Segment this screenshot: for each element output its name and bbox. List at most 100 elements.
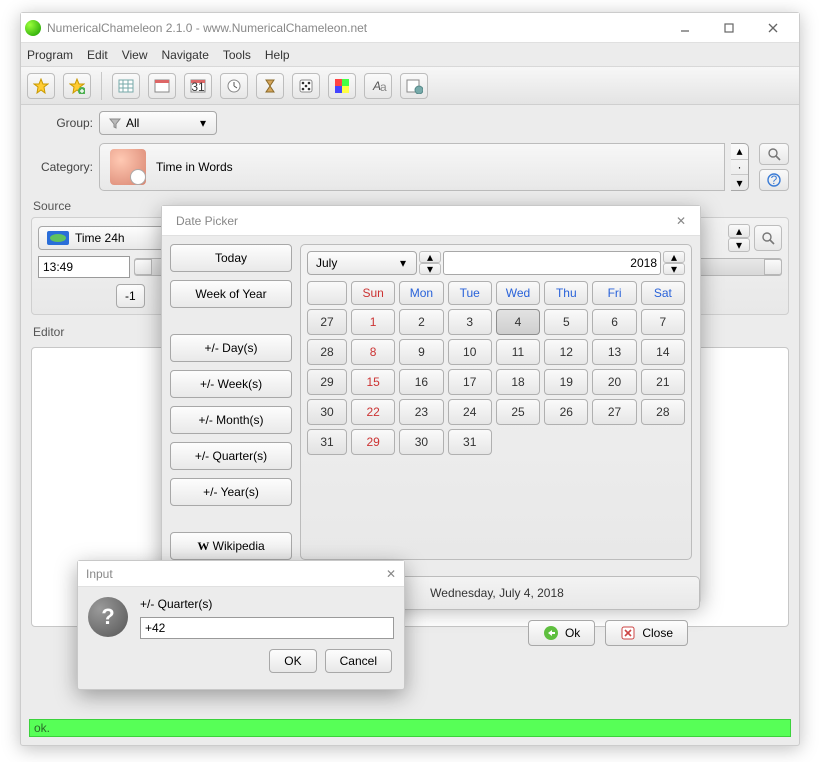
star-add-icon[interactable] xyxy=(63,73,91,99)
day-31[interactable]: 31 xyxy=(448,429,492,455)
input-dialog-title: Input xyxy=(86,567,113,581)
input-dialog-titlebar: Input ✕ xyxy=(78,561,404,587)
menu-program[interactable]: Program xyxy=(27,48,73,62)
day-18[interactable]: 18 xyxy=(496,369,540,395)
close-button[interactable] xyxy=(751,14,795,42)
ok-arrow-icon xyxy=(543,625,559,641)
chevron-down-icon: ▾ xyxy=(196,116,210,130)
day-19[interactable]: 19 xyxy=(544,369,588,395)
date-picker-close-icon[interactable]: ✕ xyxy=(670,214,692,228)
day-3[interactable]: 3 xyxy=(448,309,492,335)
week-number[interactable]: 30 xyxy=(307,399,347,425)
day-header-fri: Fri xyxy=(592,281,636,305)
week-header xyxy=(307,281,347,305)
source-search-button[interactable] xyxy=(754,225,782,251)
day-24[interactable]: 24 xyxy=(448,399,492,425)
week-of-year-button[interactable]: Week of Year xyxy=(170,280,292,308)
week-number[interactable]: 27 xyxy=(307,309,347,335)
day-22[interactable]: 22 xyxy=(351,399,395,425)
date-picker-ok-button[interactable]: Ok xyxy=(528,620,595,646)
hourglass-icon[interactable] xyxy=(256,73,284,99)
week-number[interactable]: 31 xyxy=(307,429,347,455)
year-spinner[interactable]: ▴▾ xyxy=(663,251,685,275)
day-28[interactable]: 28 xyxy=(641,399,685,425)
help-category-button[interactable]: ? xyxy=(759,169,789,191)
category-spinner[interactable]: ▴·▾ xyxy=(731,143,749,191)
input-value-field[interactable] xyxy=(140,617,394,639)
calendar-grid-icon[interactable] xyxy=(148,73,176,99)
window-title: NumericalChameleon 2.1.0 - www.Numerical… xyxy=(47,21,663,35)
dice-icon[interactable] xyxy=(292,73,320,99)
minimize-button[interactable] xyxy=(663,14,707,42)
source-value-input[interactable]: 13:49 xyxy=(38,256,130,278)
menu-navigate[interactable]: Navigate xyxy=(162,48,209,62)
week-number[interactable]: 29 xyxy=(307,369,347,395)
text-tool-icon[interactable]: Aa xyxy=(364,73,392,99)
group-select[interactable]: All ▾ xyxy=(99,111,217,135)
search-category-button[interactable] xyxy=(759,143,789,165)
date-picker-title: Date Picker xyxy=(176,214,238,228)
day-29[interactable]: 29 xyxy=(351,429,395,455)
menu-view[interactable]: View xyxy=(122,48,148,62)
day-23[interactable]: 23 xyxy=(399,399,443,425)
titlebar: NumericalChameleon 2.1.0 - www.Numerical… xyxy=(21,13,799,43)
pm-weeks-button[interactable]: +/- Week(s) xyxy=(170,370,292,398)
today-button[interactable]: Today xyxy=(170,244,292,272)
day-9[interactable]: 9 xyxy=(399,339,443,365)
day-1[interactable]: 1 xyxy=(351,309,395,335)
day-25[interactable]: 25 xyxy=(496,399,540,425)
month-select[interactable]: July▾ xyxy=(307,251,417,275)
maximize-button[interactable] xyxy=(707,14,751,42)
day-7[interactable]: 7 xyxy=(641,309,685,335)
day-10[interactable]: 10 xyxy=(448,339,492,365)
menu-edit[interactable]: Edit xyxy=(87,48,108,62)
input-cancel-button[interactable]: Cancel xyxy=(325,649,392,673)
group-value: All xyxy=(126,116,139,130)
day-15[interactable]: 15 xyxy=(351,369,395,395)
month-spinner[interactable]: ▴▾ xyxy=(419,251,441,275)
day-12[interactable]: 12 xyxy=(544,339,588,365)
day-11[interactable]: 11 xyxy=(496,339,540,365)
input-dialog-close-icon[interactable]: ✕ xyxy=(386,567,396,581)
day-17[interactable]: 17 xyxy=(448,369,492,395)
day-14[interactable]: 14 xyxy=(641,339,685,365)
day-6[interactable]: 6 xyxy=(592,309,636,335)
menu-tools[interactable]: Tools xyxy=(223,48,251,62)
day-2[interactable]: 2 xyxy=(399,309,443,335)
wikipedia-button[interactable]: W Wikipedia xyxy=(170,532,292,560)
menubar: Program Edit View Navigate Tools Help xyxy=(21,43,799,67)
day-4[interactable]: 4 xyxy=(496,309,540,335)
menu-help[interactable]: Help xyxy=(265,48,290,62)
day-26[interactable]: 26 xyxy=(544,399,588,425)
source-spinner[interactable]: ▴▾ xyxy=(728,224,750,252)
calendar-day-icon[interactable]: 31 xyxy=(184,73,212,99)
template-icon[interactable] xyxy=(400,73,428,99)
day-27[interactable]: 27 xyxy=(592,399,636,425)
pm-months-button[interactable]: +/- Month(s) xyxy=(170,406,292,434)
day-header-mon: Mon xyxy=(399,281,443,305)
pm-quarters-button[interactable]: +/- Quarter(s) xyxy=(170,442,292,470)
grid-icon[interactable] xyxy=(112,73,140,99)
week-number[interactable]: 28 xyxy=(307,339,347,365)
source-unit-value: Time 24h xyxy=(75,231,125,245)
input-ok-button[interactable]: OK xyxy=(269,649,316,673)
pm-days-button[interactable]: +/- Day(s) xyxy=(170,334,292,362)
day-21[interactable]: 21 xyxy=(641,369,685,395)
day-30[interactable]: 30 xyxy=(399,429,443,455)
day-8[interactable]: 8 xyxy=(351,339,395,365)
day-header-wed: Wed xyxy=(496,281,540,305)
group-label: Group: xyxy=(31,116,93,130)
day-13[interactable]: 13 xyxy=(592,339,636,365)
day-16[interactable]: 16 xyxy=(399,369,443,395)
star-icon[interactable] xyxy=(27,73,55,99)
neg1-button[interactable]: -1 xyxy=(116,284,145,308)
category-select[interactable]: Time in Words xyxy=(99,143,725,191)
color-swatch-icon[interactable] xyxy=(328,73,356,99)
pm-years-button[interactable]: +/- Year(s) xyxy=(170,478,292,506)
year-input[interactable]: 2018 xyxy=(443,251,661,275)
day-5[interactable]: 5 xyxy=(544,309,588,335)
clock-icon[interactable] xyxy=(220,73,248,99)
date-picker-dialog: Date Picker ✕ Today Week of Year +/- Day… xyxy=(161,205,701,603)
date-picker-close-button[interactable]: Close xyxy=(605,620,688,646)
day-20[interactable]: 20 xyxy=(592,369,636,395)
